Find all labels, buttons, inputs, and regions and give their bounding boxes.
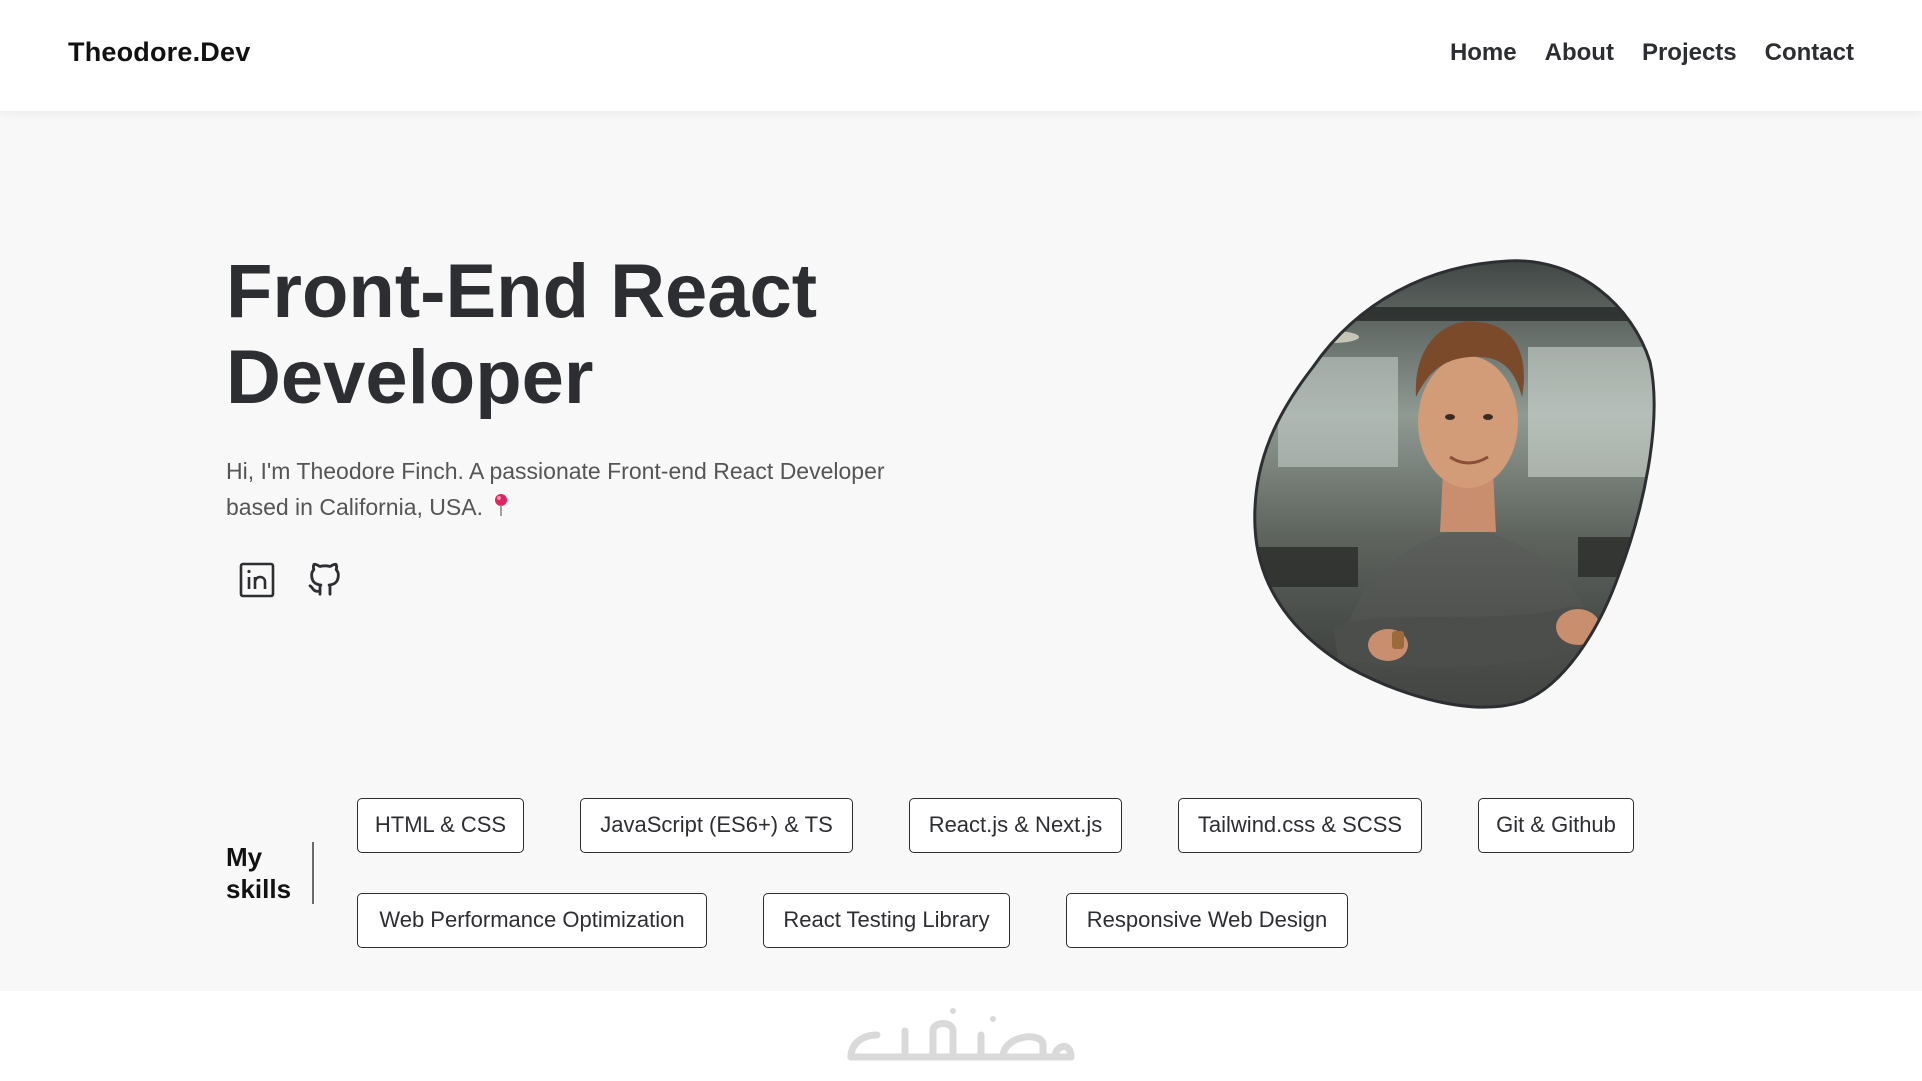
- hero-section: Front-End React Developer Hi, I'm Theodo…: [0, 111, 1922, 991]
- skill-responsive-design: Responsive Web Design: [1066, 893, 1348, 948]
- nav-home[interactable]: Home: [1450, 39, 1517, 67]
- skill-web-performance: Web Performance Optimization: [357, 893, 707, 948]
- skill-html-css: HTML & CSS: [357, 798, 524, 853]
- skills-label-line1: My: [226, 842, 263, 872]
- khamsat-watermark: [843, 1005, 1079, 1065]
- nav-projects[interactable]: Projects: [1642, 39, 1737, 67]
- brand-logo[interactable]: Theodore.Dev: [68, 37, 250, 68]
- github-icon[interactable]: [304, 559, 346, 601]
- nav-contact[interactable]: Contact: [1765, 39, 1854, 67]
- hero-title-line2: Developer: [226, 335, 594, 420]
- hero-description: Hi, I'm Theodore Finch. A passionate Fro…: [226, 453, 926, 527]
- nav-about[interactable]: About: [1545, 39, 1614, 67]
- hero-title-line1: Front-End React: [226, 249, 818, 334]
- profile-photo: [1238, 247, 1698, 727]
- skill-tailwind-scss: Tailwind.css & SCSS: [1178, 798, 1422, 853]
- linkedin-icon[interactable]: [236, 559, 278, 601]
- site-header: Theodore.Dev Home About Projects Contact: [0, 0, 1922, 111]
- skill-git-github: Git & Github: [1478, 798, 1634, 853]
- skills-label: My skills: [226, 841, 291, 905]
- skills-divider: [312, 842, 314, 904]
- hero-title: Front-End React Developer: [226, 249, 986, 421]
- hero-description-text: Hi, I'm Theodore Finch. A passionate Fro…: [226, 458, 885, 520]
- pin-icon: [493, 491, 509, 527]
- main-nav: Home About Projects Contact: [1450, 39, 1854, 67]
- skills-label-line2: skills: [226, 874, 292, 904]
- social-links: [236, 559, 346, 601]
- skill-react-next: React.js & Next.js: [909, 798, 1122, 853]
- skill-javascript: JavaScript (ES6+) & TS: [580, 798, 853, 853]
- skill-react-testing: React Testing Library: [763, 893, 1010, 948]
